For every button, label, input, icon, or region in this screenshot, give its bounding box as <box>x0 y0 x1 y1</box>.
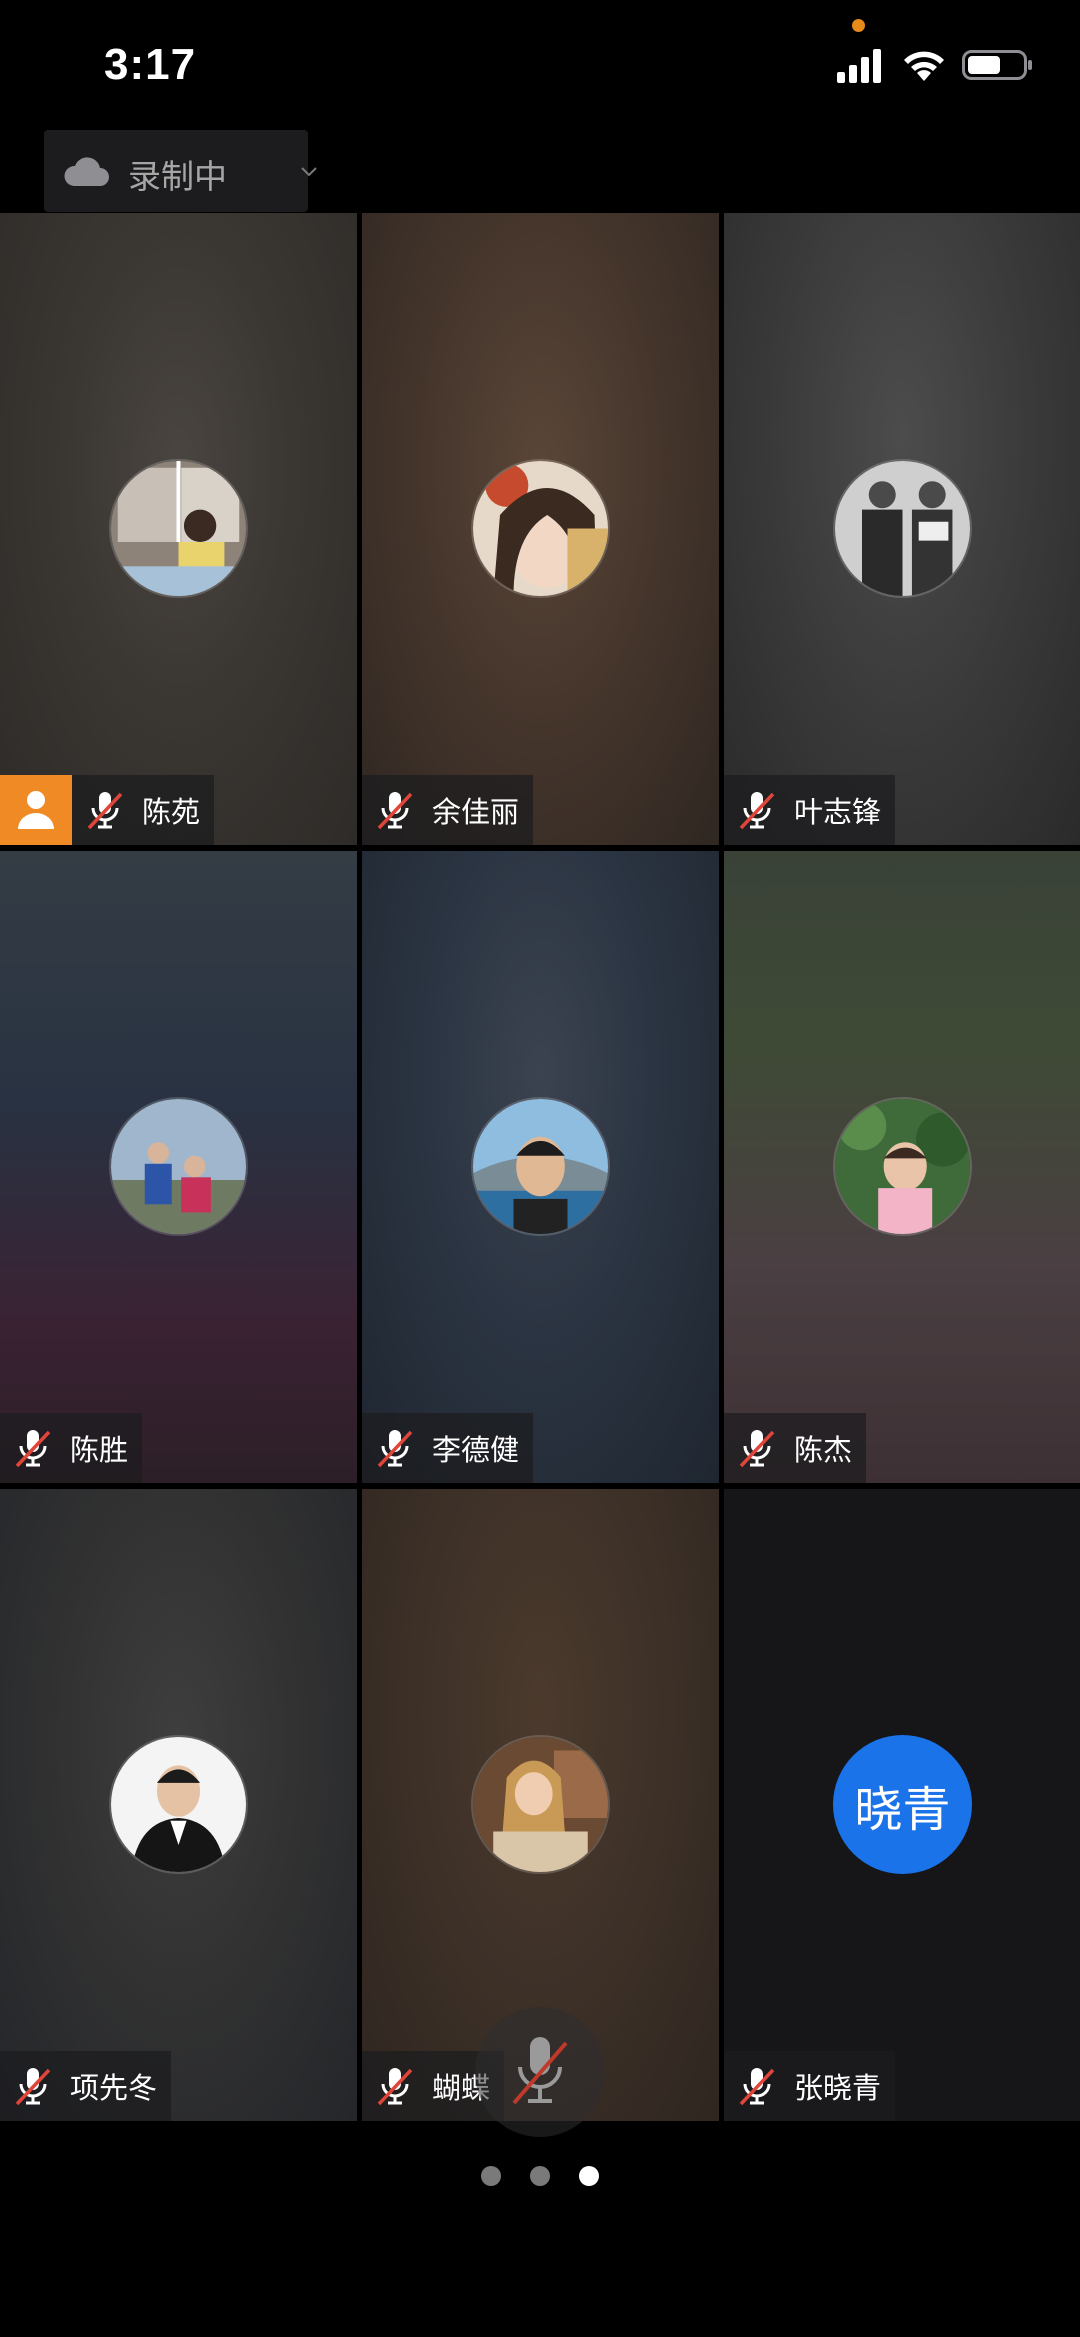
participant-name: 李德健 <box>432 1435 520 1467</box>
status-time: 3:17 <box>104 40 197 89</box>
participant-avatar <box>833 459 972 598</box>
participant-initials-avatar: 晓青 <box>833 1735 972 1874</box>
participant-avatar <box>833 1097 972 1236</box>
participant-tile[interactable]: 晓青 张晓青 <box>724 1489 1080 2121</box>
mic-off-icon <box>739 792 775 830</box>
participant-avatar <box>109 1097 248 1236</box>
participant-tile[interactable]: 余佳丽 <box>362 213 719 845</box>
cellular-signal-icon <box>837 49 881 83</box>
mic-off-icon <box>15 2068 51 2106</box>
participant-name: 张晓青 <box>794 2073 882 2105</box>
participant-name-tag: 陈杰 <box>724 1413 867 1483</box>
participant-name: 项先冬 <box>70 2073 158 2105</box>
participant-avatar <box>471 1735 610 1874</box>
chevron-down-icon <box>301 167 317 177</box>
battery-icon <box>962 50 1032 80</box>
participant-name-tag: 叶志锋 <box>724 775 896 845</box>
mute-toggle-button[interactable] <box>475 2007 605 2137</box>
mic-off-icon <box>377 2068 413 2106</box>
page-dot[interactable] <box>481 2166 501 2186</box>
participant-name: 余佳丽 <box>432 797 520 829</box>
participant-tile[interactable]: 李德健 <box>362 851 719 1483</box>
participant-name-tag: 余佳丽 <box>362 775 534 845</box>
participant-avatar <box>471 1097 610 1236</box>
page-dot[interactable] <box>530 2166 550 2186</box>
participant-name: 陈杰 <box>794 1435 853 1467</box>
mic-off-icon <box>739 1430 775 1468</box>
page-indicator <box>0 2166 1080 2196</box>
recording-label: 录制中 <box>128 158 227 195</box>
participant-avatar <box>109 459 248 598</box>
participant-name-tag: 李德健 <box>362 1413 534 1483</box>
participant-tile[interactable]: 项先冬 <box>0 1489 357 2121</box>
participant-name-tag: 项先冬 <box>0 2051 172 2121</box>
participant-avatar <box>471 459 610 598</box>
participant-name-tag: 陈胜 <box>0 1413 143 1483</box>
participant-grid: 陈苑 余佳丽 叶志锋 陈胜 李德健 陈杰 项先冬 蝴蝶 晓青 张晓青 <box>0 213 1080 2121</box>
mic-off-icon <box>377 792 413 830</box>
cloud-icon <box>64 157 109 186</box>
page-dot-active[interactable] <box>579 2166 599 2186</box>
participant-name: 叶志锋 <box>794 797 882 829</box>
participant-name-tag: 陈苑 <box>72 775 215 845</box>
participant-tile[interactable]: 陈胜 <box>0 851 357 1483</box>
participant-tile[interactable]: 叶志锋 <box>724 213 1080 845</box>
status-bar: 3:17 <box>0 0 1080 130</box>
wifi-icon <box>904 51 944 81</box>
host-badge <box>0 775 72 845</box>
participant-name: 陈胜 <box>70 1435 129 1467</box>
participant-tile[interactable]: 陈杰 <box>724 851 1080 1483</box>
participant-tile[interactable]: 陈苑 <box>0 213 357 845</box>
mic-off-icon <box>87 792 123 830</box>
participant-name: 陈苑 <box>142 797 201 829</box>
participant-name-tag: 张晓青 <box>724 2051 896 2121</box>
mic-off-icon <box>739 2068 775 2106</box>
mic-off-icon <box>15 1430 51 1468</box>
recording-indicator-dot <box>852 19 865 32</box>
recording-status-button[interactable]: 录制中 <box>44 130 317 212</box>
mic-off-icon <box>377 1430 413 1468</box>
participant-avatar <box>109 1735 248 1874</box>
person-icon <box>18 791 54 829</box>
mic-off-icon <box>512 2037 568 2105</box>
